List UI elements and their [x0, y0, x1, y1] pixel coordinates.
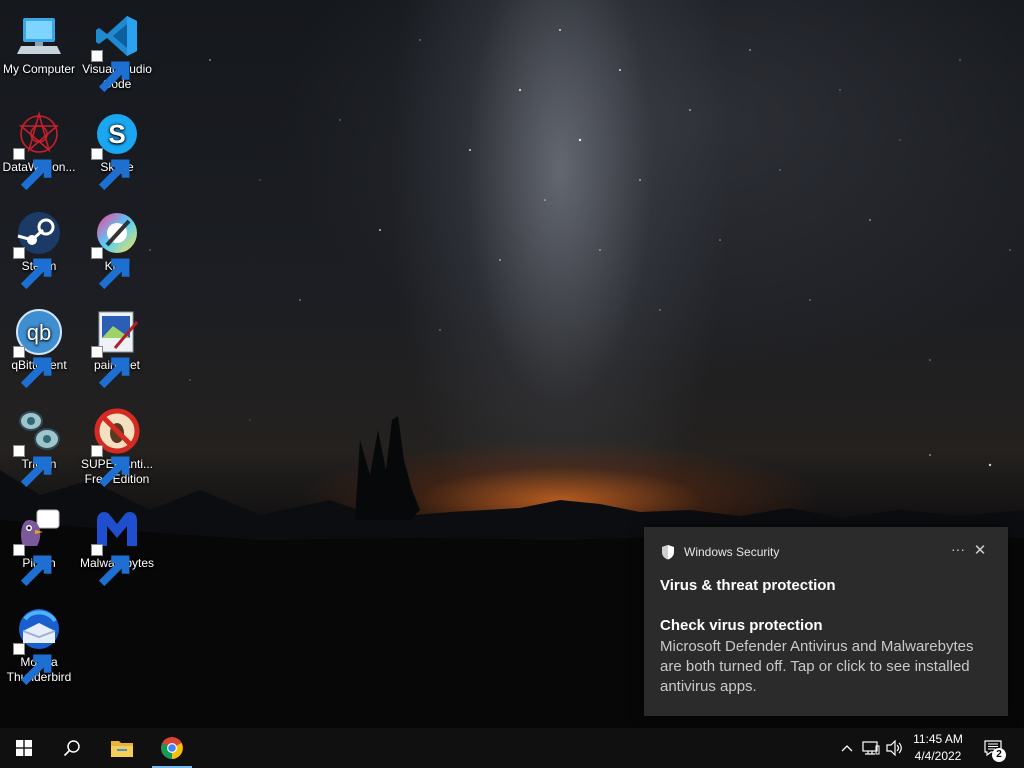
desktop-icon-steam[interactable]: Steam [0, 203, 78, 290]
notification-title: Virus & threat protection [660, 577, 836, 594]
desktop-icon-vscode[interactable]: Visual Studio Code [78, 6, 156, 93]
chrome-icon [161, 737, 183, 759]
thunderbird-icon [13, 605, 63, 686]
desktop-icon-pidgin[interactable]: Pidgin [0, 500, 78, 587]
qbittorrent-icon: qb [13, 308, 63, 389]
chrome-button[interactable] [148, 728, 196, 768]
clock-time: 11:45 AM [913, 732, 963, 746]
desktop-icon-krita[interactable]: Krita [78, 203, 156, 290]
shortcut-arrow-icon [91, 50, 130, 93]
desktop-icon-qbittorrent[interactable]: qb qBittorrent [0, 302, 78, 389]
superantispyware-icon [91, 407, 141, 488]
shortcut-arrow-icon [13, 643, 52, 686]
chevron-up-icon [841, 745, 853, 752]
vscode-icon [91, 12, 141, 93]
network-button[interactable] [860, 728, 882, 768]
computer-icon [15, 12, 63, 60]
desktop-icon-datawagon[interactable]: DataWagon... [0, 104, 78, 191]
shortcut-arrow-icon [13, 247, 52, 290]
more-options-button[interactable]: ··· [950, 541, 966, 559]
notification-count-badge: 2 [992, 748, 1006, 762]
close-notification-button[interactable]: ✕ [972, 541, 988, 559]
shortcut-arrow-icon [13, 445, 52, 488]
trillian-icon [13, 407, 63, 488]
icon-label: My Computer [2, 62, 76, 76]
shortcut-arrow-icon [13, 346, 52, 389]
krita-icon [91, 209, 141, 290]
datawagon-icon [13, 110, 63, 191]
shield-icon [662, 545, 674, 560]
start-icon [16, 740, 32, 756]
malwarebytes-icon [91, 506, 141, 587]
desktop-icon-superantispyware[interactable]: SUPERAnti... Free Edition [78, 401, 156, 488]
clock-date: 4/4/2022 [914, 749, 962, 763]
security-notification[interactable]: Windows Security ··· ✕ Virus & threat pr… [644, 527, 1008, 716]
skype-icon: S [91, 110, 141, 191]
desktop-icon-paintnet[interactable]: paint.net [78, 302, 156, 389]
network-icon [862, 741, 880, 755]
notification-body: Microsoft Defender Antivirus and Malware… [660, 638, 974, 695]
shortcut-arrow-icon [13, 148, 52, 191]
shortcut-arrow-icon [13, 544, 52, 587]
search-button[interactable] [48, 728, 96, 768]
notification-subtitle: Check virus protection [660, 617, 823, 634]
steam-icon [13, 209, 63, 290]
svg-text:S: S [108, 119, 125, 149]
file-explorer-icon [111, 741, 133, 757]
search-icon [63, 740, 80, 757]
system-clock[interactable]: 11:45 AM 4/4/2022 [902, 731, 974, 767]
show-hidden-icons-button[interactable] [838, 728, 856, 768]
shortcut-arrow-icon [91, 148, 130, 191]
shortcut-arrow-icon [91, 346, 130, 389]
desktop-icon-malwarebytes[interactable]: Malwarebytes [78, 500, 156, 587]
svg-text:qb: qb [27, 320, 51, 345]
desktop-icon-trillian[interactable]: Trillian [0, 401, 78, 488]
desktop-icon-skype[interactable]: S Skype [78, 104, 156, 191]
action-center-button[interactable] [978, 728, 1008, 768]
desktop-icon-my-computer[interactable]: My Computer [0, 6, 78, 77]
desktop-icon-thunderbird[interactable]: Mozilla Thunderbird [0, 599, 78, 686]
start-button[interactable] [0, 728, 48, 768]
shortcut-arrow-icon [91, 544, 130, 587]
paintnet-icon [91, 308, 141, 389]
shortcut-arrow-icon [91, 445, 130, 488]
shortcut-arrow-icon [91, 247, 130, 290]
file-explorer-button[interactable] [98, 728, 146, 768]
pidgin-icon [13, 506, 63, 587]
notification-app-name: Windows Security [684, 545, 780, 559]
notification-header: Windows Security [660, 544, 779, 560]
taskbar: 11:45 AM 4/4/2022 [0, 728, 1024, 768]
